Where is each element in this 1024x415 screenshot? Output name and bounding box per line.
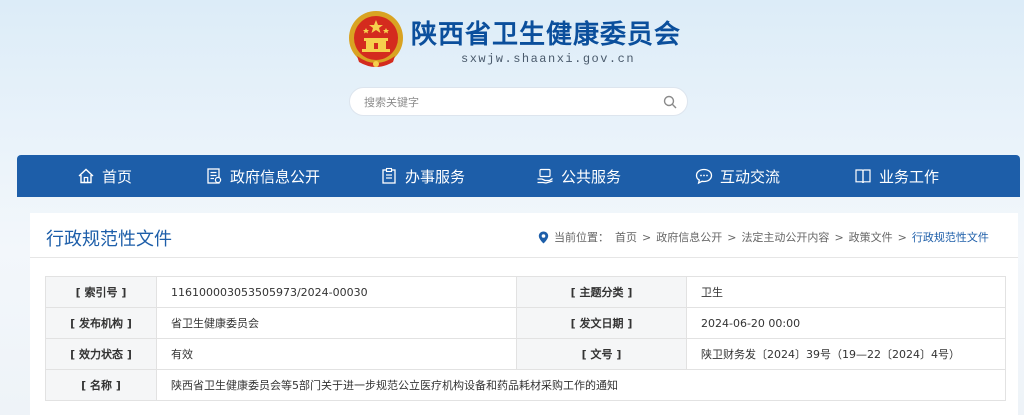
- site-header: 陕西省卫生健康委员会 sxwjw.shaanxi.gov.cn: [0, 0, 1024, 150]
- breadcrumb-statutory[interactable]: 法定主动公开内容: [741, 229, 829, 245]
- table-row: [ 效力状态 ] 有效 [ 文号 ] 陕卫财务发〔2024〕39号（19—22〔…: [45, 338, 1006, 370]
- location-pin-icon: [538, 231, 549, 243]
- date-label: [ 发文日期 ]: [516, 307, 687, 339]
- main-nav: 首页 政府信息公开 办事服务 公共服务 互动交流 业务工作: [17, 155, 1020, 197]
- table-row: [ 发布机构 ] 省卫生健康委员会 [ 发文日期 ] 2024-06-20 00…: [45, 307, 1006, 339]
- nav-item-public-services[interactable]: 公共服务: [536, 155, 621, 197]
- breadcrumb-separator: >: [897, 230, 907, 244]
- nav-item-label: 公共服务: [561, 167, 622, 186]
- topic-label: [ 主题分类 ]: [516, 276, 687, 308]
- search-input[interactable]: [364, 93, 644, 111]
- nav-item-home[interactable]: 首页: [77, 155, 132, 197]
- name-value: 陕西省卫生健康委员会等5部门关于进一步规范公立医疗机构设备和药品耗材采购工作的通…: [156, 369, 1006, 401]
- clipboard-icon: [382, 167, 396, 184]
- nav-item-label: 办事服务: [405, 167, 466, 186]
- issuer-label: [ 发布机构 ]: [45, 307, 157, 339]
- panel-header: 行政规范性文件 当前位置： 首页 > 政府信息公开 > 法定主动公开内容 > 政…: [30, 213, 1018, 258]
- nav-item-label: 首页: [102, 167, 133, 186]
- home-icon: [78, 168, 94, 184]
- page-title: 行政规范性文件: [46, 229, 172, 250]
- docno-value: 陕卫财务发〔2024〕39号（19—22〔2024〕4号）: [686, 338, 1006, 370]
- search-icon[interactable]: [663, 95, 677, 109]
- breadcrumb: 当前位置： 首页 > 政府信息公开 > 法定主动公开内容 > 政策文件 > 行政…: [538, 229, 989, 245]
- hand-service-icon: [537, 168, 553, 184]
- chat-bubble-icon: [695, 168, 713, 185]
- table-row: [ 索引号 ] 116100003053505973/2024-00030 [ …: [45, 276, 1006, 308]
- table-row: [ 名称 ] 陕西省卫生健康委员会等5部门关于进一步规范公立医疗机构设备和药品耗…: [45, 369, 1006, 401]
- document-list-icon: [207, 168, 222, 184]
- topic-value: 卫生: [686, 276, 1006, 308]
- nav-item-gov-info[interactable]: 政府信息公开: [205, 155, 320, 197]
- national-emblem-icon: [349, 11, 403, 67]
- search-box: [349, 87, 688, 116]
- status-value: 有效: [156, 338, 517, 370]
- breadcrumb-policy[interactable]: 政策文件: [849, 229, 893, 245]
- document-info-table: [ 索引号 ] 116100003053505973/2024-00030 [ …: [45, 276, 1006, 401]
- nav-item-label: 政府信息公开: [230, 167, 321, 186]
- breadcrumb-gov-info[interactable]: 政府信息公开: [656, 229, 722, 245]
- site-domain: sxwjw.shaanxi.gov.cn: [461, 52, 636, 66]
- content-panel: 行政规范性文件 当前位置： 首页 > 政府信息公开 > 法定主动公开内容 > 政…: [30, 213, 1018, 415]
- breadcrumb-separator: >: [834, 230, 844, 244]
- index-value: 116100003053505973/2024-00030: [156, 276, 517, 308]
- issuer-value: 省卫生健康委员会: [156, 307, 517, 339]
- index-label: [ 索引号 ]: [45, 276, 157, 308]
- docno-label: [ 文号 ]: [516, 338, 687, 370]
- breadcrumb-current[interactable]: 行政规范性文件: [912, 229, 989, 245]
- site-title: 陕西省卫生健康委员会: [411, 20, 682, 50]
- nav-item-label: 互动交流: [720, 167, 781, 186]
- nav-item-label: 业务工作: [879, 167, 940, 186]
- status-label: [ 效力状态 ]: [45, 338, 157, 370]
- nav-item-business[interactable]: 业务工作: [854, 155, 939, 197]
- nav-item-services[interactable]: 办事服务: [380, 155, 465, 197]
- breadcrumb-separator: >: [727, 230, 737, 244]
- breadcrumb-prefix: 当前位置：: [554, 231, 609, 244]
- book-icon: [855, 169, 871, 184]
- name-label: [ 名称 ]: [45, 369, 157, 401]
- breadcrumb-home[interactable]: 首页: [615, 229, 637, 245]
- breadcrumb-separator: >: [642, 230, 652, 244]
- date-value: 2024-06-20 00:00: [686, 307, 1006, 339]
- nav-item-interaction[interactable]: 互动交流: [695, 155, 780, 197]
